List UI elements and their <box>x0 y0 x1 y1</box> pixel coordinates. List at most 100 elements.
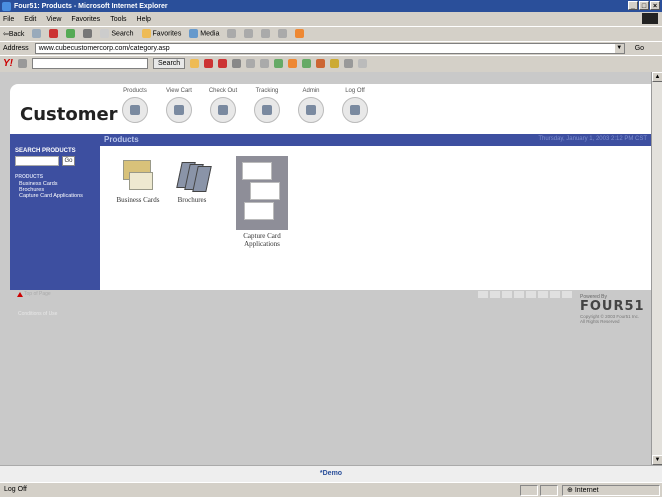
product-label: Brochures <box>177 196 207 204</box>
page-viewport: Customer Products View Cart Check Out Tr… <box>0 72 651 465</box>
back-button[interactable]: ⇦Back <box>3 30 24 38</box>
status-bar: Log Off ⊕ Internet <box>0 482 662 497</box>
games-icon[interactable] <box>330 59 340 68</box>
go-button[interactable]: Go <box>635 45 644 52</box>
close-button[interactable]: × <box>650 1 660 10</box>
product-brochures[interactable]: Brochures <box>170 156 214 204</box>
nav-tracking-label: Tracking <box>255 88 279 94</box>
nav-admin[interactable]: Admin <box>296 88 326 123</box>
powered-rights: All Rights Reserved <box>580 319 620 324</box>
media-toolbar-button[interactable]: Media <box>189 29 219 38</box>
links-toolbar: Y! Search <box>0 55 662 71</box>
conditions-of-use-link[interactable]: Conditions of Use <box>18 311 57 317</box>
minimize-button[interactable]: _ <box>628 1 638 10</box>
checkout-icon <box>210 97 236 123</box>
toolbar-search-button[interactable]: Search <box>153 58 186 69</box>
search-icon <box>100 29 110 38</box>
messenger-icon[interactable] <box>295 29 305 38</box>
address-bar: Address www.cubecustomercorp.com/categor… <box>0 41 662 55</box>
standard-toolbar: ⇦Back Search Favorites Media <box>0 26 662 40</box>
categories-title: PRODUCTS <box>15 174 44 180</box>
status-panel <box>540 485 558 496</box>
security-zone: ⊕ Internet <box>562 485 660 496</box>
zone-label: Internet <box>574 487 599 494</box>
finance-icon[interactable] <box>260 59 270 68</box>
vertical-scrollbar[interactable]: ▲ ▼ <box>651 72 662 465</box>
tracking-icon <box>254 97 280 123</box>
category-link-capture-card[interactable]: Capture Card Applications <box>19 193 83 199</box>
shopping-icon[interactable] <box>288 59 298 68</box>
product-search-input[interactable] <box>15 156 59 166</box>
refresh-icon[interactable] <box>66 29 76 38</box>
product-label: Capture Card Applications <box>243 232 281 248</box>
top-arrow-icon <box>17 292 23 297</box>
nav-view-cart[interactable]: View Cart <box>164 88 194 123</box>
nav-products[interactable]: Products <box>120 88 150 123</box>
customer-logo-text: Customer <box>20 104 118 125</box>
address-url: www.cubecustomercorp.com/category.asp <box>38 45 170 52</box>
favorites-toolbar-button[interactable]: Favorites <box>141 29 182 38</box>
media-icon <box>189 29 199 38</box>
internet-zone-icon: ⊕ <box>567 487 573 494</box>
news-icon[interactable] <box>246 59 256 68</box>
product-search-go-button[interactable]: Go <box>62 156 75 166</box>
customer-logo[interactable]: Customer <box>20 104 118 125</box>
bookmark-icon[interactable] <box>302 59 312 68</box>
scroll-down-icon[interactable]: ▼ <box>652 455 662 465</box>
nav-products-label: Products <box>123 88 147 94</box>
ie-icon <box>2 1 11 11</box>
menu-view[interactable]: View <box>46 16 61 23</box>
status-panel <box>520 485 538 496</box>
more-icon[interactable] <box>358 59 368 68</box>
smiley-icon[interactable] <box>190 59 200 68</box>
edit-icon[interactable] <box>278 29 288 38</box>
nav-view-cart-label: View Cart <box>166 88 192 94</box>
products-icon <box>122 97 148 123</box>
product-capture-card[interactable]: Capture Card Applications <box>230 156 294 248</box>
pencil-icon[interactable] <box>18 59 27 68</box>
nav-check-out[interactable]: Check Out <box>208 88 238 123</box>
toolbar-search-input[interactable] <box>32 58 148 69</box>
maximize-button[interactable]: □ <box>639 1 649 10</box>
window-controls: _ □ × <box>628 1 660 10</box>
product-label: Business Cards <box>116 196 160 204</box>
media-toolbar-label: Media <box>200 30 220 38</box>
menu-tools[interactable]: Tools <box>110 16 126 23</box>
address-dropdown-icon[interactable]: ▼ <box>614 44 624 53</box>
home-icon[interactable] <box>83 29 93 38</box>
favorites-toolbar-label: Favorites <box>152 30 182 38</box>
toolbar-brand-logo[interactable]: Y! <box>3 58 13 69</box>
product-grid: Business Cards Brochures Capture Card Ap… <box>100 146 651 290</box>
print-icon[interactable] <box>261 29 271 38</box>
top-of-page-link[interactable]: Top of Page <box>24 291 51 297</box>
people-icon[interactable] <box>344 59 354 68</box>
search-toolbar-button[interactable]: Search <box>100 29 134 38</box>
mail-toolbar-icon[interactable] <box>232 59 242 68</box>
sports-icon[interactable] <box>274 59 284 68</box>
scroll-up-icon[interactable]: ▲ <box>652 72 662 82</box>
nav-log-off-label: Log Off <box>345 88 365 94</box>
nav-log-off[interactable]: Log Off <box>340 88 370 123</box>
footer-decoration <box>478 291 572 298</box>
address-label: Address <box>3 45 29 52</box>
nav-tracking[interactable]: Tracking <box>252 88 282 123</box>
target-icon[interactable] <box>204 59 214 68</box>
section-header-bar: Products Thursday, January 1, 2003 2:12 … <box>100 134 651 146</box>
menu-help[interactable]: Help <box>137 16 151 23</box>
stop-icon[interactable] <box>49 29 59 38</box>
music-icon[interactable] <box>316 59 326 68</box>
demo-bar: *Demo <box>0 465 662 482</box>
forward-icon[interactable] <box>32 29 42 38</box>
history-icon[interactable] <box>227 29 237 38</box>
favorites-icon <box>141 29 151 38</box>
address-input[interactable]: www.cubecustomercorp.com/category.asp ▼ <box>34 43 625 54</box>
mail-icon[interactable] <box>244 29 254 38</box>
menu-favorites[interactable]: Favorites <box>71 16 100 23</box>
cart-icon <box>166 97 192 123</box>
site-header: Customer Products View Cart Check Out Tr… <box>10 84 651 134</box>
menu-file[interactable]: File <box>3 16 14 23</box>
yahoo-icon[interactable] <box>218 59 228 68</box>
menu-edit[interactable]: Edit <box>24 16 36 23</box>
product-business-cards[interactable]: Business Cards <box>116 156 160 204</box>
four51-logo[interactable]: FOUR51 <box>580 300 648 314</box>
